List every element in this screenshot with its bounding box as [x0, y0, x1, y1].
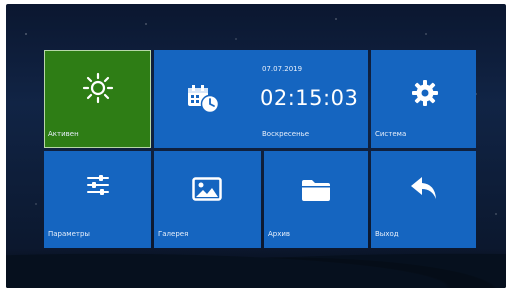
clock-date: 07.07.2019	[262, 65, 303, 73]
tile-files[interactable]: Архив	[264, 151, 368, 248]
tile-label: Параметры	[48, 230, 90, 238]
tile-system[interactable]: Система	[371, 50, 476, 148]
image-icon	[192, 177, 222, 201]
sun-icon	[82, 72, 114, 104]
tile-label: Активен	[48, 130, 79, 138]
treeline-silhouette	[6, 248, 506, 288]
tile-label: Выход	[375, 230, 399, 238]
tile-gallery[interactable]: Галерея	[154, 151, 261, 248]
tile-label: Система	[375, 130, 407, 138]
clock-time: 02:15:03	[260, 86, 359, 110]
tile-parameters[interactable]: Параметры	[44, 151, 151, 248]
clock-day: Воскресенье	[262, 130, 310, 138]
tile-active[interactable]: Активен	[44, 50, 151, 148]
folder-icon	[302, 180, 330, 201]
tile-clock[interactable]: 07.07.2019 02:15:03 Воскресенье	[154, 50, 368, 148]
calendar-clock-icon	[188, 85, 220, 114]
gear-icon	[412, 80, 438, 106]
home-screen: Активен 07.07.2019 02:15:03 Воскресенье	[6, 4, 506, 288]
tile-label: Галерея	[158, 230, 189, 238]
sliders-icon	[87, 175, 109, 195]
back-arrow-icon	[411, 177, 436, 199]
tile-exit[interactable]: Выход	[371, 151, 476, 248]
tile-label: Архив	[268, 230, 291, 238]
